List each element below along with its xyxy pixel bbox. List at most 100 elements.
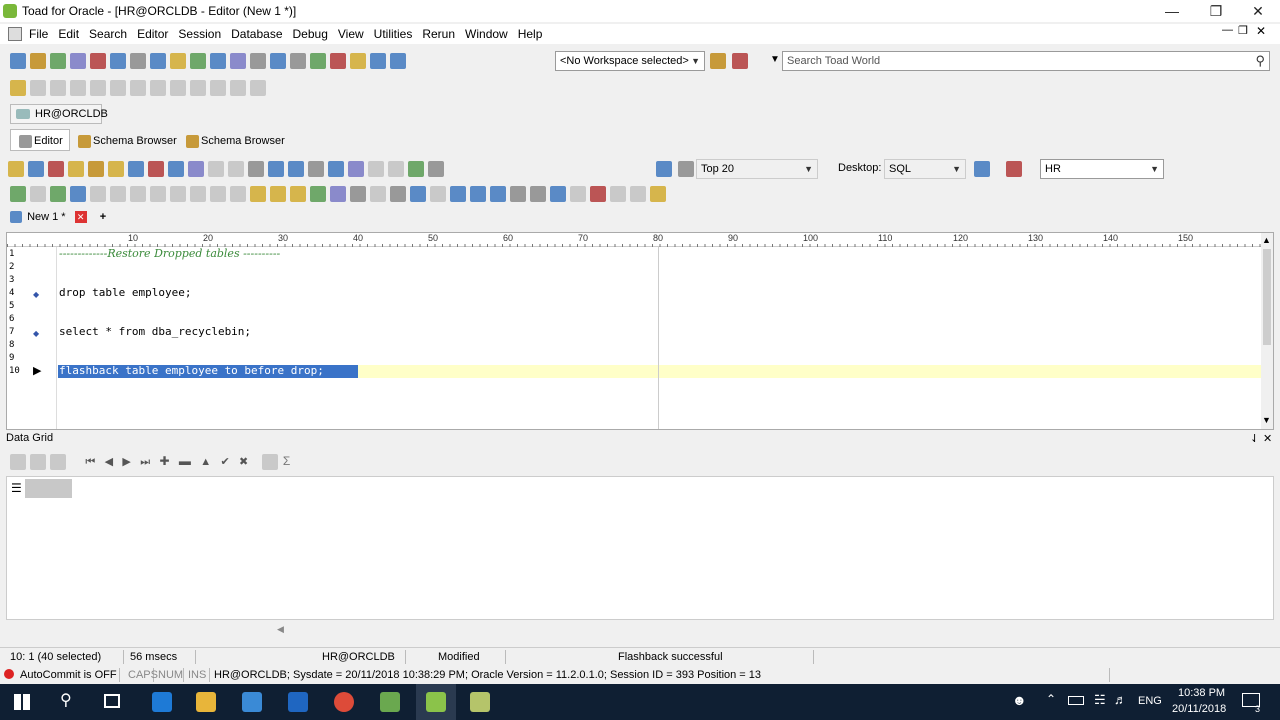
connection-tab[interactable]: HR@ORCLDB [10,104,108,124]
session-browser-icon[interactable] [90,53,106,69]
explain-plan-icon[interactable] [150,53,166,69]
record-icon[interactable] [590,186,606,202]
next-record-icon[interactable]: ▶ [122,456,130,468]
tab-schema-browser-2[interactable]: Schema Browser [178,130,291,152]
notepad-icon[interactable] [380,692,400,712]
rollback-icon[interactable] [350,53,366,69]
minimize-button[interactable]: — [1150,0,1194,22]
new-file-icon[interactable] [28,161,44,177]
first-record-icon[interactable]: ⏮ [85,456,95,468]
sql-icon[interactable] [408,161,424,177]
format-code-icon[interactable] [650,186,666,202]
editor-file-tab[interactable]: New 1 * ✕ + [8,209,106,227]
disconnect-icon[interactable] [390,53,406,69]
workspace-close-icon[interactable] [732,53,748,69]
grid-icon[interactable] [328,161,344,177]
menu-editor[interactable]: Editor [132,24,173,44]
sql-monitor-icon[interactable] [70,53,86,69]
history-icon[interactable] [290,186,306,202]
menu-database[interactable]: Database [226,24,287,44]
save-all-icon[interactable] [168,161,184,177]
clock-date[interactable]: 20/11/2018 [1172,703,1226,715]
data-import-icon[interactable] [190,53,206,69]
cancel-record-icon[interactable]: ✖ [239,456,248,468]
task-view-icon[interactable] [104,694,120,708]
chrome-icon[interactable] [334,692,354,712]
indent-icon[interactable] [510,186,526,202]
find-replace-icon[interactable] [288,161,304,177]
format-icon[interactable] [268,161,284,177]
search-icon[interactable]: ⚲ [60,690,72,710]
volume-icon[interactable]: ♬ [1114,692,1127,707]
new-editor-icon[interactable] [10,53,26,69]
menu-debug[interactable]: Debug [288,24,333,44]
prev-record-icon[interactable]: ◀ [105,456,113,468]
search-toad-world-input[interactable]: Search Toad World ⚲ [782,51,1270,71]
grid-menu-icon[interactable]: ☰ [11,481,22,495]
tools-icon[interactable] [130,53,146,69]
edit-record-icon[interactable]: ▲ [200,456,211,468]
file-explorer-icon[interactable] [196,692,216,712]
run-script-icon[interactable] [10,186,26,202]
scroll-thumb[interactable] [1263,249,1271,345]
editor-vertical-scrollbar[interactable]: ▲ ▼ [1261,233,1273,429]
monitor-icon[interactable] [656,161,672,177]
folder-icon[interactable] [470,692,490,712]
scroll-up-icon[interactable]: ▲ [1262,235,1271,245]
mdi-close-button[interactable]: ✕ [1256,24,1266,38]
folder-icon[interactable] [108,161,124,177]
grid-bottom-scrollbar[interactable]: ◀ [7,622,1273,636]
search-dropdown-icon[interactable]: ▼ [770,54,780,65]
sql2-icon[interactable] [428,161,444,177]
capitalize-icon[interactable] [490,186,506,202]
tab-schema-browser-1[interactable]: Schema Browser [70,130,183,152]
diff-icon[interactable] [330,186,346,202]
desktop-save-icon[interactable] [974,161,990,177]
commit-icon[interactable] [330,53,346,69]
connect-icon[interactable] [370,53,386,69]
menu-rerun[interactable]: Rerun [417,24,460,44]
close-button[interactable]: ✕ [1236,0,1280,22]
describe-icon[interactable] [308,161,324,177]
code-options-icon[interactable] [550,186,566,202]
save-icon[interactable] [128,161,144,177]
optimize-icon[interactable] [170,53,186,69]
workspace-select[interactable]: <No Workspace selected> ▼ [555,51,705,71]
run-icon[interactable] [310,53,326,69]
insert-record-icon[interactable]: ✚ [159,454,169,468]
scroll-down-icon[interactable]: ▼ [1262,415,1271,425]
settings-icon[interactable] [250,53,266,69]
add-tab-icon[interactable]: + [100,211,106,223]
undo-icon[interactable] [410,186,426,202]
clear-icon[interactable] [48,161,64,177]
battery-icon[interactable] [1068,696,1084,705]
people-icon[interactable]: ☻ [1012,692,1027,708]
refresh-icon[interactable] [270,53,286,69]
sql-editor[interactable]: 10 20 30 40 50 60 70 80 90 100 110 120 130 140 150 123… [6,232,1274,430]
run-statement-icon[interactable] [50,186,66,202]
store-icon[interactable] [242,692,262,712]
menu-utilities[interactable]: Utilities [369,24,418,44]
procedure-editor-icon[interactable] [50,53,66,69]
execute-icon[interactable] [8,161,24,177]
mdi-minimize-button[interactable]: — [1222,24,1233,36]
search-icon[interactable]: ⚲ [1255,52,1265,70]
delete-record-icon[interactable]: ▬ [179,454,191,468]
save-snippet-icon[interactable] [188,161,204,177]
compare2-icon[interactable] [310,186,326,202]
sum-icon[interactable]: Σ [283,454,290,468]
menu-search[interactable]: Search [84,24,132,44]
wifi-icon[interactable]: ☵ [1094,692,1106,708]
close-tab-icon[interactable]: ✕ [74,211,87,223]
lowercase-icon[interactable] [470,186,486,202]
restore-button[interactable]: ❐ [1194,0,1238,22]
save-as-icon[interactable] [148,161,164,177]
clock-time[interactable]: 10:38 PM [1178,687,1225,699]
data-grid[interactable]: ☰ ◀ [6,476,1274,636]
menu-view[interactable]: View [333,24,369,44]
explain-icon[interactable] [70,186,86,202]
desktop-delete-icon[interactable] [1006,161,1022,177]
menu-session[interactable]: Session [173,24,226,44]
windows-start-icon[interactable] [14,694,30,710]
template-icon[interactable] [270,186,286,202]
